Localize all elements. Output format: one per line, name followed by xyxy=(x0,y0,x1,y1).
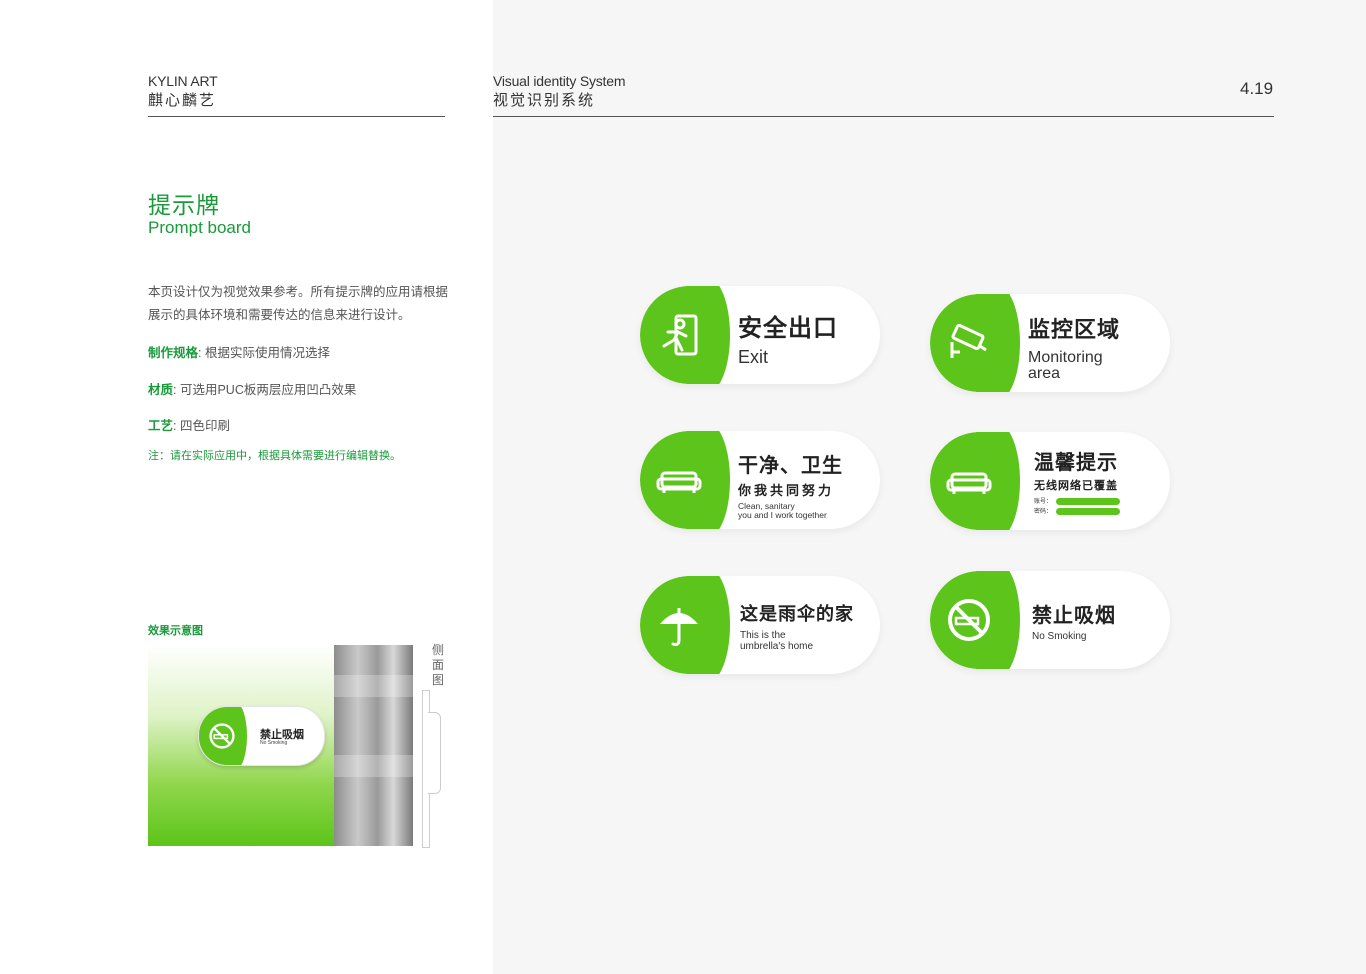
sign-subtitle-en: you and I work together xyxy=(738,510,827,520)
umbrella-icon xyxy=(660,608,698,646)
spec-label: 工艺 xyxy=(148,419,174,433)
sign-exit: 安全出口 Exit xyxy=(640,286,880,384)
wifi-account-label: 账号： xyxy=(1034,499,1053,505)
cctv-camera-icon xyxy=(950,323,987,358)
section-title-en: Prompt board xyxy=(148,218,251,237)
sign-title-cn: 这是雨伞的家 xyxy=(740,604,854,624)
system-en: Visual identity System xyxy=(493,73,626,89)
sign-title-en: Monitoring area xyxy=(1028,349,1103,382)
spec-material: 材质: 可选用PUC板两层应用凹凸效果 xyxy=(148,379,356,398)
brand-block: KYLIN ART 麒心麟艺 xyxy=(148,71,218,111)
sign-title-cn: 禁止吸烟 xyxy=(1032,605,1116,627)
sign-title-en: No Smoking xyxy=(1032,631,1087,642)
spec-value: : 可选用PUC板两层应用凹凸效果 xyxy=(173,383,357,397)
wifi-password-label: 密码： xyxy=(1034,509,1053,515)
spec-value: : 四色印刷 xyxy=(173,419,230,433)
wifi-account-row: 账号： xyxy=(1034,496,1162,506)
page-number: 4.19 xyxy=(1240,79,1274,98)
sign-title-cn: 监控区域 xyxy=(1028,317,1121,342)
sign-title-cn: 温馨提示 xyxy=(1034,452,1118,474)
sign-title-cn: 安全出口 xyxy=(738,315,838,342)
spec-craft: 工艺: 四色印刷 xyxy=(148,415,230,434)
sign-subtitle-cn: 无线网络已覆盖 xyxy=(1034,480,1118,492)
system-cn: 视觉识别系统 xyxy=(493,92,596,109)
wifi-password-row: 密码： xyxy=(1034,506,1162,516)
sofa-icon xyxy=(656,471,702,493)
mini-sign-en: No Smoking xyxy=(260,740,288,746)
sofa-icon xyxy=(946,472,992,494)
section-description: 本页设计仅为视觉效果参考。所有提示牌的应用请根据展示的具体环境和需要传达的信息来… xyxy=(148,285,449,322)
sign-subtitle-en: umbrella's home xyxy=(740,641,814,652)
system-block: Visual identity System 视觉识别系统 xyxy=(493,71,625,111)
sign-umbrella: 这是雨伞的家 This is the umbrella's home xyxy=(640,576,880,674)
mini-sign: 禁止吸烟 No Smoking xyxy=(198,706,325,766)
side-view-label: 侧面图 xyxy=(432,643,445,687)
no-smoking-icon xyxy=(209,723,235,749)
sign-monitoring: 监控区域 Monitoring area xyxy=(930,294,1170,392)
spec-label: 制作规格 xyxy=(148,346,199,360)
exit-runner-icon xyxy=(662,314,698,356)
brand-cn: 麒心麟艺 xyxy=(148,92,217,109)
sign-wifi: 温馨提示 无线网络已覆盖 账号： 密码： xyxy=(930,432,1170,530)
sign-subtitle-cn: 你我共同努力 xyxy=(738,483,835,498)
sign-title-en: This is the xyxy=(740,630,786,641)
section-title-cn: 提示牌 xyxy=(148,192,220,218)
spec-value: : 根据实际使用情况选择 xyxy=(198,346,330,360)
effect-photo xyxy=(334,645,413,846)
brand-rule xyxy=(148,116,445,117)
system-rule xyxy=(493,116,1274,117)
no-smoking-icon xyxy=(948,599,990,641)
sign-no-smoking: 禁止吸烟 No Smoking xyxy=(930,571,1170,669)
sign-title-en: Exit xyxy=(738,347,769,367)
note-text: 注：请在实际应用中，根据具体需要进行编辑替换。 xyxy=(148,450,401,462)
sign-clean: 干净、卫生 你我共同努力 Clean, sanitary you and I w… xyxy=(640,431,880,529)
spec-size: 制作规格: 根据实际使用情况选择 xyxy=(148,342,330,361)
effect-label: 效果示意图 xyxy=(148,625,203,637)
side-plate-sign xyxy=(428,712,441,794)
spec-label: 材质 xyxy=(148,383,174,397)
brand-en: KYLIN ART xyxy=(148,73,218,89)
sign-title-cn: 干净、卫生 xyxy=(738,455,843,477)
